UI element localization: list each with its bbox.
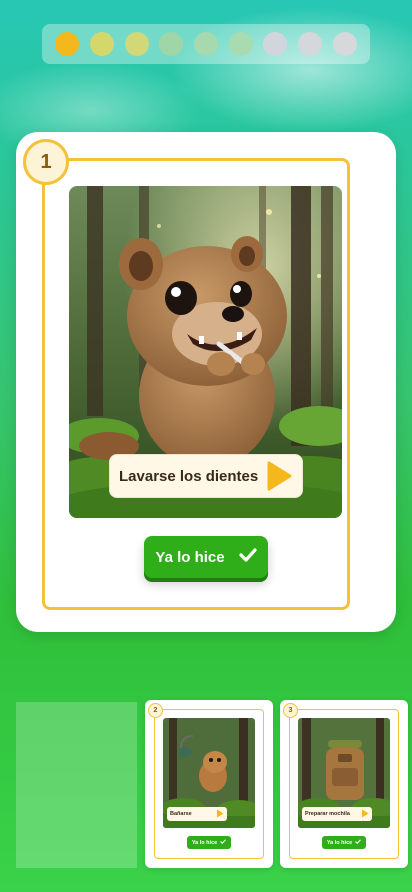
done-button[interactable]: Ya lo hice — [144, 536, 268, 578]
play-audio-icon — [216, 809, 224, 820]
progress-dot-4 — [159, 32, 184, 56]
task-label: Bañarse — [167, 807, 227, 821]
done-button[interactable]: Ya lo hice — [187, 836, 231, 849]
step-number-badge: 1 — [23, 139, 69, 185]
task-label-text: Bañarse — [170, 811, 192, 817]
upcoming-task-card-2[interactable]: 2 Bañarse Ya lo hice — [145, 700, 273, 868]
done-button-label: Ya lo hice — [191, 839, 218, 846]
done-button[interactable]: Ya lo hice — [322, 836, 366, 849]
task-label-text: Lavarse los dientes — [119, 467, 259, 485]
task-label: Lavarse los dientes — [109, 454, 303, 498]
progress-dot-5 — [193, 32, 218, 56]
task-label: Preparar mochila — [302, 807, 372, 821]
progress-dot-6 — [228, 32, 253, 56]
progress-tracker — [42, 24, 370, 64]
checkmark-icon — [220, 839, 227, 846]
progress-dot-3 — [124, 32, 149, 56]
progress-dot-1 — [55, 32, 80, 56]
quokka-brushing-teeth-image: Lavarse los dientes — [69, 186, 342, 518]
step-number-badge: 2 — [148, 703, 163, 718]
completed-task-placeholder — [16, 702, 137, 868]
task-label-text: Preparar mochila — [305, 811, 350, 817]
progress-dot-8 — [297, 32, 322, 56]
current-task-card: 1 Lavarse los dientes Ya lo hice — [16, 132, 396, 632]
done-button-label: Ya lo hice — [326, 839, 353, 846]
play-audio-icon[interactable] — [264, 461, 294, 491]
backpack-forest-image: Preparar mochila — [298, 718, 390, 828]
checkmark-icon — [238, 548, 257, 566]
progress-dot-9 — [332, 32, 357, 56]
progress-dot-7 — [263, 32, 288, 56]
quokka-shower-image: Bañarse — [163, 718, 255, 828]
done-button-label: Ya lo hice — [155, 548, 225, 566]
upcoming-task-card-3[interactable]: 3 Preparar mochila Ya lo hice — [280, 700, 408, 868]
checkmark-icon — [355, 839, 362, 846]
step-number-badge: 3 — [283, 703, 298, 718]
progress-dot-2 — [89, 32, 114, 56]
play-audio-icon — [361, 809, 369, 820]
